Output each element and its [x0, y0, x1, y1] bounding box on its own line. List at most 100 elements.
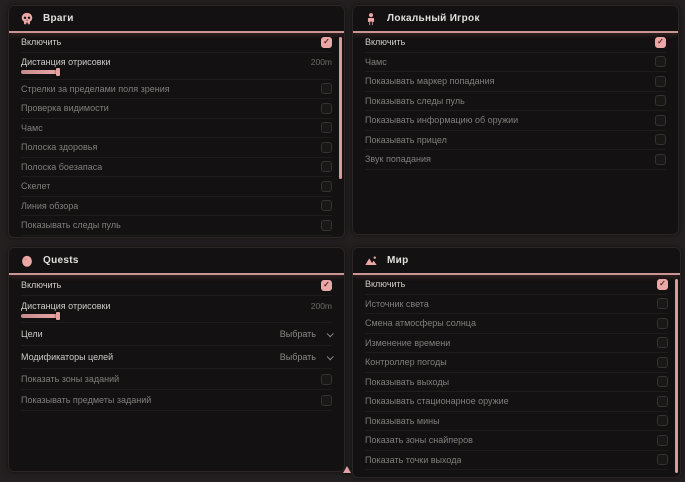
setting-row-toggle[interactable]: Изменение времени — [365, 334, 668, 354]
setting-row-toggle[interactable]: Скелет — [21, 177, 332, 197]
setting-row-toggle[interactable]: Линия обзора — [21, 197, 332, 217]
setting-row-toggle[interactable]: Показывать стационарное оружие — [365, 392, 668, 412]
setting-row-toggle[interactable]: Показывать следы пуль — [21, 216, 332, 236]
slider-handle[interactable] — [56, 68, 60, 76]
slider-handle[interactable] — [56, 312, 60, 320]
checkbox[interactable] — [657, 357, 668, 368]
panel-local-player-body: Включить ✓ Чамс Показывать маркер попадания… — [353, 33, 678, 170]
row-label: Показывать маркер попадания — [365, 76, 495, 86]
setting-row-toggle[interactable]: Звук попадания — [365, 150, 666, 170]
panel-quests: Quests Включить✓Дистанция отрисовки200mЦ… — [8, 247, 345, 472]
checkbox[interactable] — [321, 83, 332, 94]
checkbox[interactable] — [321, 142, 332, 153]
checkbox[interactable] — [657, 298, 668, 309]
checkbox[interactable] — [321, 374, 332, 385]
setting-row-toggle[interactable]: Показывать маркер попадания — [365, 72, 666, 92]
panel-world-body: Включить ✓ Источник светаСмена атмосферы с… — [353, 275, 680, 470]
check-icon: ✓ — [323, 38, 330, 46]
checkbox[interactable] — [655, 115, 666, 126]
select-dropdown[interactable]: Выбрать — [280, 329, 332, 339]
setting-row-toggle[interactable]: Чамс — [21, 119, 332, 139]
panel-enemies-body: Включить✓ Дистанция отрисовки200m Стрелки … — [9, 33, 344, 236]
checkbox[interactable] — [657, 337, 668, 348]
select-dropdown[interactable]: Выбрать — [280, 352, 332, 362]
setting-row-toggle[interactable]: Контроллер погоды — [365, 353, 668, 373]
setting-row-toggle[interactable]: Включить ✓ — [365, 33, 666, 53]
checkbox[interactable] — [321, 161, 332, 172]
checkbox[interactable] — [657, 396, 668, 407]
checkbox[interactable]: ✓ — [321, 280, 332, 291]
checkbox[interactable] — [321, 200, 332, 211]
setting-row-slider[interactable]: Дистанция отрисовки200m — [21, 296, 332, 323]
setting-row-toggle[interactable]: Полоска здоровья — [21, 138, 332, 158]
setting-row-toggle[interactable]: Проверка видимости — [21, 99, 332, 119]
scrollbar[interactable] — [675, 279, 678, 473]
row-label: Включить — [21, 280, 61, 290]
setting-row-toggle[interactable]: Включить ✓ — [365, 275, 668, 295]
checkbox[interactable]: ✓ — [657, 279, 668, 290]
checkbox[interactable] — [321, 220, 332, 231]
row-label: Контроллер погоды — [365, 357, 447, 367]
row-label: Стрелки за пределами поля зрения — [21, 84, 170, 94]
checkbox[interactable] — [655, 76, 666, 87]
row-label: Показать зоны снайперов — [365, 435, 473, 445]
checkbox[interactable] — [657, 435, 668, 446]
checkbox[interactable] — [657, 376, 668, 387]
slider-track[interactable] — [21, 314, 332, 318]
checkbox[interactable] — [321, 395, 332, 406]
scrollbar[interactable] — [339, 37, 342, 179]
slider-track[interactable] — [21, 70, 332, 74]
slider-fill — [21, 70, 58, 74]
checkbox[interactable] — [321, 122, 332, 133]
checkbox[interactable] — [655, 134, 666, 145]
setting-row-toggle[interactable]: Показать зоны снайперов — [365, 431, 668, 451]
setting-row-toggle[interactable]: Показывать предметы заданий — [21, 390, 332, 411]
setting-row-select[interactable]: Цели Выбрать — [21, 323, 332, 346]
slider-fill — [21, 314, 58, 318]
panel-enemies-header: Враги — [9, 6, 344, 33]
setting-row-toggle[interactable]: Показывать информацию об оружии — [365, 111, 666, 131]
setting-row-toggle[interactable]: Показывать прицел — [365, 131, 666, 151]
setting-row-slider[interactable]: Дистанция отрисовки200m — [21, 53, 332, 80]
row-label: Чамс — [365, 57, 387, 67]
checkbox[interactable] — [655, 56, 666, 67]
panel-quests-header: Quests — [9, 248, 344, 275]
setting-row-toggle[interactable]: Смена атмосферы солнца — [365, 314, 668, 334]
row-label: Чамс — [21, 123, 43, 133]
setting-row-toggle[interactable]: Показывать следы пуль — [365, 92, 666, 112]
select-value-text: Выбрать — [280, 352, 316, 362]
checkbox[interactable] — [657, 415, 668, 426]
setting-row-toggle[interactable]: Включить ✓ — [21, 275, 332, 296]
checkbox[interactable] — [321, 103, 332, 114]
row-label: Включить — [365, 279, 405, 289]
row-label: Линия обзора — [21, 201, 78, 211]
select-value-text: Выбрать — [280, 329, 316, 339]
checkbox[interactable]: ✓ — [321, 37, 332, 48]
mouse-cursor — [343, 466, 351, 473]
setting-row-select[interactable]: Модификаторы целейВыбрать — [21, 346, 332, 369]
panel-title: Quests — [43, 255, 79, 266]
panel-title: Локальный Игрок — [387, 13, 480, 24]
setting-row-toggle[interactable]: Источник света — [365, 295, 668, 315]
slider-label-row: Дистанция отрисовки200m — [21, 57, 332, 67]
row-label: Включить — [365, 37, 405, 47]
chevron-down-icon — [327, 353, 334, 360]
checkbox[interactable] — [657, 454, 668, 465]
panel-local-player-header: Локальный Игрок — [353, 6, 678, 33]
checkbox[interactable] — [655, 95, 666, 106]
setting-row-toggle[interactable]: Стрелки за пределами поля зрения — [21, 80, 332, 100]
setting-row-toggle[interactable]: Показывать выходы — [365, 373, 668, 393]
checkbox[interactable] — [657, 318, 668, 329]
setting-row-toggle[interactable]: Показать зоны заданий — [21, 369, 332, 390]
setting-row-toggle[interactable]: Чамс — [365, 53, 666, 73]
setting-row-toggle[interactable]: Показать точки выхода — [365, 451, 668, 471]
checkbox[interactable] — [655, 154, 666, 165]
checkbox[interactable] — [321, 181, 332, 192]
checkbox[interactable]: ✓ — [655, 37, 666, 48]
row-label: Цели — [21, 329, 43, 339]
setting-row-toggle[interactable]: Полоска боезапаса — [21, 158, 332, 178]
row-label: Показывать мины — [365, 416, 440, 426]
setting-row-toggle[interactable]: Включить✓ — [21, 33, 332, 53]
slider-value: 200m — [311, 301, 332, 311]
setting-row-toggle[interactable]: Показывать мины — [365, 412, 668, 432]
